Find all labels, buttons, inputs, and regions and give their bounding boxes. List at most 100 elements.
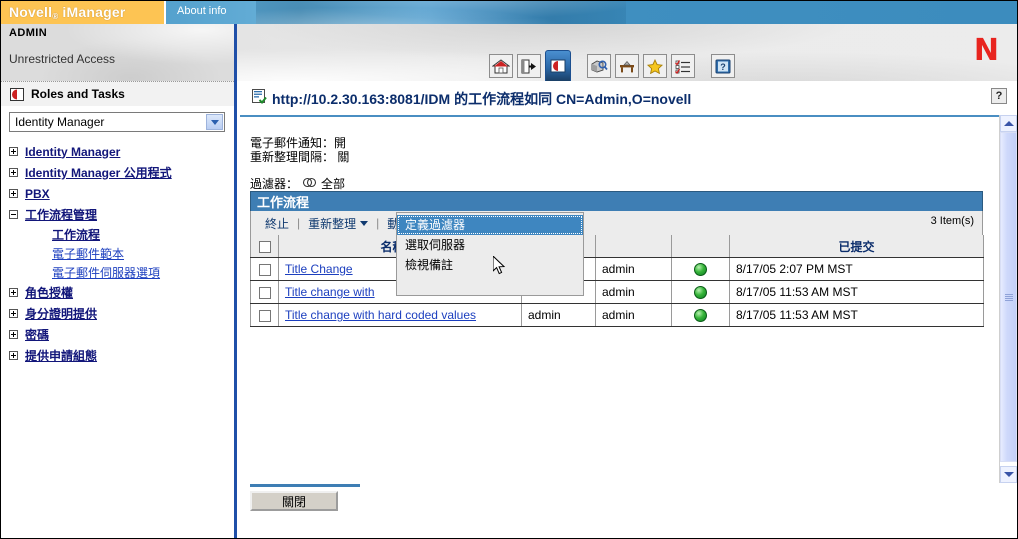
header-bar: ADMIN Unrestricted Access N ?	[1, 24, 1017, 81]
table-header-row: 名稱 已提交	[250, 235, 984, 258]
collection-select[interactable]: Identity Manager	[9, 112, 225, 132]
header-user-panel: ADMIN Unrestricted Access	[1, 24, 237, 81]
row-checkbox[interactable]	[258, 309, 271, 322]
workflow-name-link[interactable]: Title Change	[285, 262, 353, 276]
exit-icon[interactable]	[517, 54, 541, 78]
scroll-down-button[interactable]	[1000, 466, 1017, 483]
content-scrollbar[interactable]	[999, 115, 1017, 483]
status-column-header	[671, 235, 730, 258]
row-col4-cell: admin	[595, 257, 672, 281]
row-checkbox-cell	[250, 257, 279, 281]
row-checkbox[interactable]	[258, 286, 271, 299]
sidebar-item-label: 工作流程管理	[25, 208, 98, 222]
expand-icon[interactable]	[9, 189, 18, 198]
submitted-column-header[interactable]: 已提交	[729, 235, 984, 258]
refresh-interval-status: 重新整理間隔： 關	[250, 150, 350, 164]
row-checkbox[interactable]	[258, 263, 271, 276]
roles-and-tasks-header: Roles and Tasks	[1, 81, 234, 106]
menu-item-view-comments[interactable]: 檢視備註	[397, 255, 583, 275]
toolbar-separator: |	[297, 216, 301, 230]
panel-toolbar: 終止 | 重新整理 | 動作 | 電子郵件通知 3 Item(s)	[250, 211, 983, 235]
sidebar-subitem-label: 電子郵件伺服器選項	[52, 266, 161, 280]
filter-label: 過濾器：	[250, 177, 299, 191]
expand-icon[interactable]	[9, 351, 18, 360]
chevron-down-icon	[1003, 472, 1014, 477]
sidebar-subitem-email-templates[interactable]: 電子郵件範本	[1, 244, 234, 263]
menu-refresh[interactable]: 重新整理	[308, 215, 369, 232]
email-notification-status: 電子郵件通知：開	[250, 136, 347, 150]
table-row[interactable]: Title Change admin admin 8/17/05 2:07 PM…	[250, 257, 984, 281]
sidebar-item-identity-manager-utilities[interactable]: Identity Manager 公用程式	[1, 162, 234, 183]
sidebar-subitem-workflows[interactable]: 工作流程	[1, 225, 234, 244]
filter-icon	[302, 176, 317, 192]
menu-item-define-filter[interactable]: 定義過濾器	[397, 215, 583, 235]
admin-label: ADMIN	[9, 27, 48, 39]
sidebar-item-passwords[interactable]: 密碼	[1, 324, 234, 345]
help-button[interactable]: ?	[991, 88, 1007, 104]
chevron-down-icon	[360, 220, 369, 226]
collapse-icon[interactable]	[9, 210, 18, 219]
chevron-down-icon[interactable]	[206, 114, 223, 130]
actions-dropdown-menu[interactable]: 定義過濾器 選取伺服器 檢視備註	[396, 212, 584, 296]
home-icon[interactable]	[489, 54, 513, 78]
top-banner: Novell® iManager About info	[1, 1, 1017, 24]
sidebar-item-label: 密碼	[25, 328, 50, 342]
scrollbar-thumb[interactable]	[1000, 132, 1017, 462]
menu-terminate-label: 終止	[265, 216, 290, 231]
scroll-up-button[interactable]	[1000, 115, 1017, 132]
row-status-cell	[671, 303, 730, 327]
header-toolbar-panel: N ?	[237, 24, 1017, 81]
select-all-checkbox[interactable]	[258, 240, 271, 253]
menu-terminate[interactable]: 終止	[265, 215, 289, 232]
roles-and-tasks-label: Roles and Tasks	[31, 87, 125, 101]
about-info-link[interactable]: About info	[177, 5, 227, 17]
sidebar-item-label: 角色授權	[25, 286, 74, 300]
chevron-up-icon	[1003, 121, 1014, 126]
notification-info: 電子郵件通知：開 重新整理間隔： 關	[250, 136, 349, 164]
row-submitted-cell: 8/17/05 11:53 AM MST	[729, 303, 984, 327]
banner-texture	[256, 1, 626, 24]
sidebar-item-identity-manager[interactable]: Identity Manager	[1, 141, 234, 162]
help-book-icon[interactable]: ?	[711, 54, 735, 78]
close-button[interactable]: 關閉	[250, 491, 338, 511]
panel-title: 工作流程	[257, 195, 310, 210]
status-green-icon	[694, 263, 707, 277]
sidebar-item-provisioning-request-config[interactable]: 提供申請組態	[1, 345, 234, 366]
sidebar-item-role-authorization[interactable]: 角色授權	[1, 282, 234, 303]
menu-item-select-server[interactable]: 選取伺服器	[397, 235, 583, 255]
roles-and-tasks-icon[interactable]	[545, 50, 571, 81]
object-view-icon[interactable]	[587, 54, 611, 78]
favorites-star-icon[interactable]	[643, 54, 667, 78]
expand-icon[interactable]	[9, 309, 18, 318]
novell-imanager-title: Novell® iManager	[9, 4, 126, 21]
workflow-name-link[interactable]: Title change with	[285, 285, 375, 299]
row-col4-cell: admin	[595, 303, 672, 327]
novell-imanager-tab[interactable]: Novell® iManager	[1, 1, 166, 24]
scrollbar-grip-icon	[1004, 293, 1013, 301]
table-row[interactable]: Title change with admin admin 8/17/05 11…	[250, 280, 984, 304]
expand-icon[interactable]	[9, 168, 18, 177]
main-toolbar: ?	[489, 50, 735, 81]
submitted-column-label: 已提交	[838, 239, 875, 254]
workflow-name-link[interactable]: Title change with hard coded values	[285, 308, 476, 322]
configure-desk-icon[interactable]	[615, 54, 639, 78]
imanager-window: Novell® iManager About info ADMIN Unrest…	[0, 0, 1018, 539]
status-green-icon	[694, 286, 707, 300]
sidebar-item-credential-provisioning[interactable]: 身分證明提供	[1, 303, 234, 324]
select-all-header	[250, 235, 279, 258]
menu-refresh-label: 重新整理	[308, 216, 357, 231]
sidebar-item-label: Identity Manager 公用程式	[25, 166, 172, 180]
sidebar: Roles and Tasks Identity Manager Identit…	[1, 81, 237, 538]
expand-icon[interactable]	[9, 147, 18, 156]
expand-icon[interactable]	[9, 288, 18, 297]
checklist-icon[interactable]	[671, 54, 695, 78]
content-area: http://10.2.30.163:8081/IDM 的工作流程如同 CN=A…	[240, 81, 1017, 538]
scrollbar-track[interactable]	[1000, 132, 1017, 466]
row-submitted-cell: 8/17/05 11:53 AM MST	[729, 280, 984, 304]
expand-icon[interactable]	[9, 330, 18, 339]
table-row[interactable]: Title change with hard coded values admi…	[250, 303, 984, 327]
sidebar-item-pbx[interactable]: PBX	[1, 183, 234, 204]
sidebar-item-workflow-administration[interactable]: 工作流程管理	[1, 204, 234, 225]
sidebar-subitem-email-server-options[interactable]: 電子郵件伺服器選項	[1, 263, 234, 282]
workflow-page-icon	[252, 89, 267, 107]
